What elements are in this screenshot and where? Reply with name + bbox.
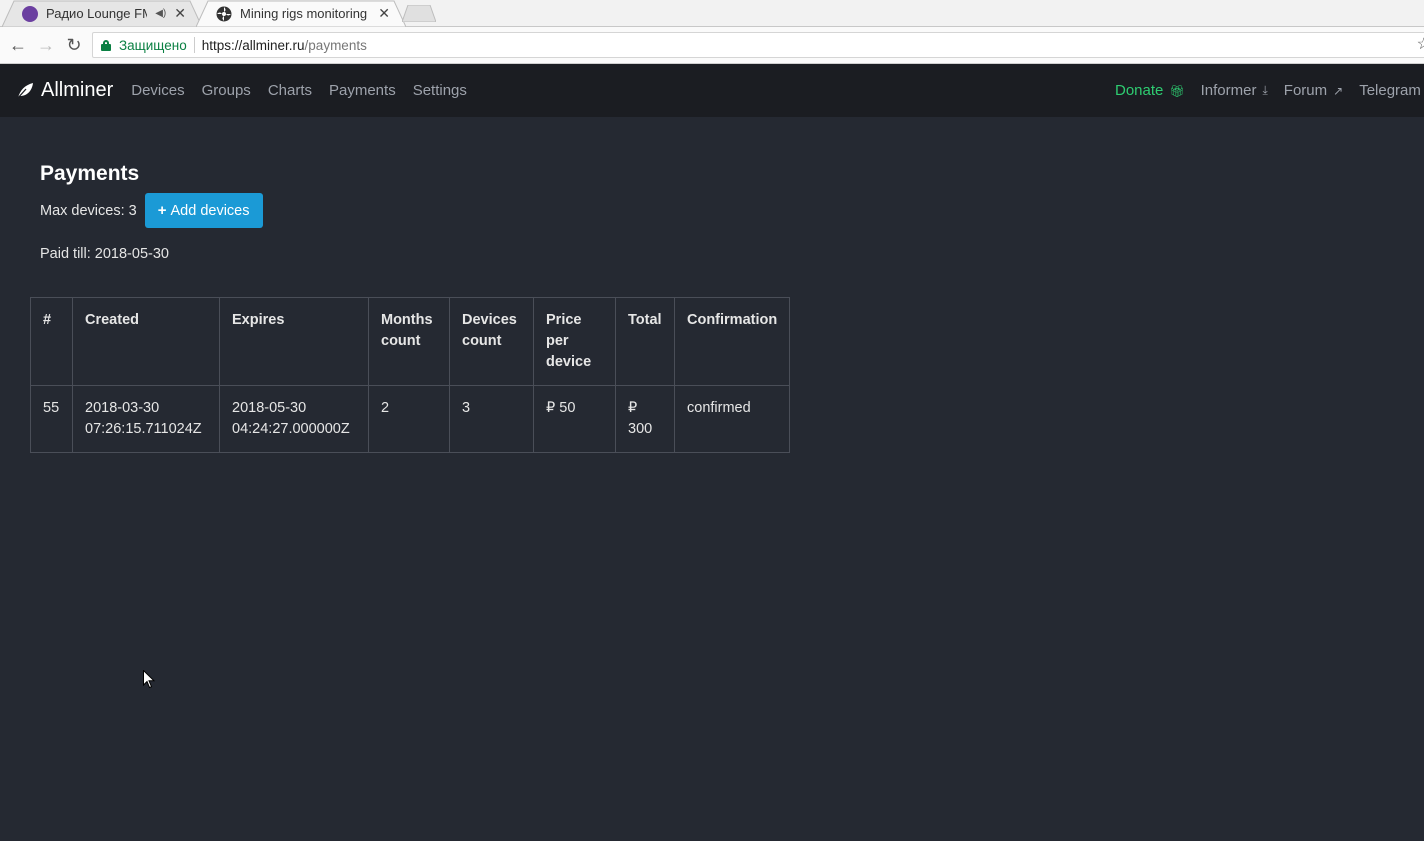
cell-expires: 2018-05-30 04:24:27.000000Z [219, 385, 369, 453]
browser-tab-radio[interactable]: Радио Lounge FM Ch ◀) ✕ [2, 0, 202, 27]
tab-title: Радио Lounge FM Ch [46, 6, 147, 21]
cell-total: ₽ 300 [615, 385, 675, 453]
new-tab-button[interactable] [402, 5, 436, 22]
nav-informer[interactable]: Informer ⤓ [1201, 82, 1268, 99]
col-total: Total [615, 297, 675, 386]
nav-donate[interactable]: Donate 🎁︎ [1115, 82, 1185, 99]
nav-telegram[interactable]: Telegram [1359, 82, 1421, 99]
nav-right: Donate 🎁︎ Informer ⤓ Forum ↗ Telegram [1115, 64, 1424, 117]
address-bar[interactable]: Защищено https://allminer.ru/payments ☆ [92, 32, 1424, 58]
bookmark-star-icon[interactable]: ☆ [1417, 34, 1424, 54]
col-created: Created [72, 297, 220, 386]
cell-created: 2018-03-30 07:26:15.711024Z [72, 385, 220, 453]
max-devices-row: Max devices: 3 + Add devices [40, 193, 264, 228]
back-arrow-icon[interactable]: ← [8, 35, 28, 55]
nav-forum[interactable]: Forum ↗ [1284, 82, 1343, 99]
app-navbar: Allminer Devices Groups Charts Payments … [0, 64, 1424, 117]
donate-label: Donate [1115, 82, 1164, 99]
table-header-row: # Created Expires Months count Devices c… [30, 297, 791, 386]
col-expires: Expires [219, 297, 369, 386]
page-title: Payments [40, 162, 140, 185]
cell-confirmation: confirmed [673, 385, 791, 453]
browser-tab-allminer[interactable]: Mining rigs monitoring - ✕ [196, 0, 406, 27]
external-link-icon: ↗ [1333, 83, 1344, 98]
secure-label: Защищено [119, 37, 187, 53]
omnibox-divider [193, 37, 195, 53]
nav-links: Devices Groups Charts Payments Settings [131, 82, 484, 99]
paid-till: Paid till: 2018-05-30 [40, 246, 169, 262]
nav-groups[interactable]: Groups [202, 82, 251, 99]
speaker-icon[interactable]: ◀) [155, 8, 166, 19]
add-devices-button[interactable]: + Add devices [144, 193, 264, 228]
col-id: # [30, 297, 73, 386]
table-row: 55 2018-03-30 07:26:15.711024Z 2018-05-3… [30, 385, 791, 453]
nav-devices[interactable]: Devices [131, 82, 184, 99]
gift-icon: 🎁︎ [1169, 83, 1185, 98]
close-icon[interactable]: ✕ [378, 5, 390, 22]
tab-title: Mining rigs monitoring - [240, 6, 371, 21]
plus-icon: + [157, 202, 167, 219]
payments-table: # Created Expires Months count Devices c… [30, 297, 791, 453]
informer-label: Informer [1200, 82, 1257, 99]
browser-tabstrip: Радио Lounge FM Ch ◀) ✕ Mining rigs moni… [0, 0, 1424, 27]
col-devices: Devices count [449, 297, 534, 386]
lock-icon [101, 39, 111, 51]
cell-devices: 3 [449, 385, 534, 453]
url-host: https://allminer.ru [201, 37, 305, 53]
telegram-label: Telegram [1359, 82, 1421, 99]
url-path: /payments [304, 37, 367, 53]
col-confirmation: Confirmation [673, 297, 791, 386]
forum-label: Forum [1283, 82, 1328, 99]
reload-icon[interactable]: ↻ [64, 35, 84, 55]
brand-name: Allminer [41, 79, 114, 101]
mouse-cursor-icon [143, 670, 155, 689]
radio-favicon-icon [22, 5, 38, 22]
nav-charts[interactable]: Charts [268, 82, 312, 99]
fan-favicon-icon [216, 6, 232, 21]
nav-payments[interactable]: Payments [329, 82, 396, 99]
max-devices-label: Max devices: 3 [40, 202, 137, 219]
leaf-icon [16, 82, 33, 99]
cell-price: ₽ 50 [533, 385, 616, 453]
cell-months: 2 [368, 385, 450, 453]
forward-arrow-icon[interactable]: → [36, 35, 56, 55]
nav-settings[interactable]: Settings [413, 82, 467, 99]
browser-toolbar: ← → ↻ Защищено https://allminer.ru/payme… [0, 27, 1424, 64]
col-price: Price per device [533, 297, 616, 386]
col-months: Months count [368, 297, 450, 386]
close-icon[interactable]: ✕ [174, 5, 186, 22]
brand-link[interactable]: Allminer [16, 79, 113, 102]
cell-id: 55 [30, 385, 73, 453]
download-icon: ⤓ [1262, 83, 1268, 97]
add-devices-label: Add devices [170, 202, 250, 219]
